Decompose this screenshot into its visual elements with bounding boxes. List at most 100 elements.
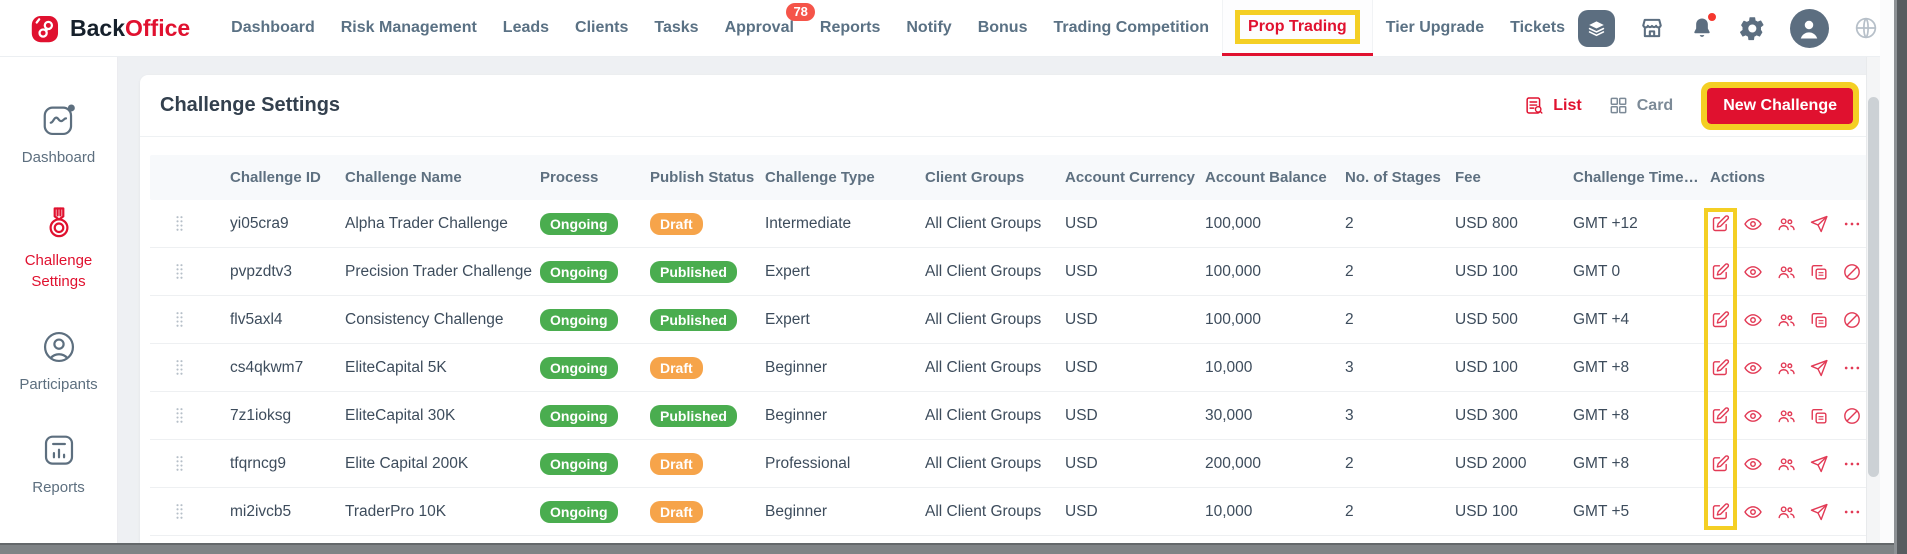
deactivate-icon[interactable]	[1842, 262, 1862, 282]
publish-status-badge: Published	[650, 261, 737, 283]
more-icon[interactable]	[1842, 502, 1862, 522]
participants-icon[interactable]	[1776, 214, 1796, 234]
publish-status-badge-cell: Published	[650, 405, 765, 427]
edit-icon[interactable]	[1710, 406, 1730, 426]
content-scrollbar[interactable]	[1866, 57, 1880, 543]
view-icon[interactable]	[1743, 262, 1763, 282]
table-row-pvpzdtv3: pvpzdtv3Precision Trader ChallengeOngoin…	[150, 248, 1871, 296]
drag-handle-icon[interactable]	[150, 406, 230, 425]
deactivate-icon[interactable]	[1842, 310, 1862, 330]
avatar-icon[interactable]	[1790, 9, 1829, 48]
view-icon[interactable]	[1743, 502, 1763, 522]
fee-cell: USD 100	[1455, 503, 1573, 521]
participants-icon[interactable]	[1776, 262, 1796, 282]
nav-item-tier-upgrade[interactable]: Tier Upgrade	[1373, 0, 1497, 56]
gear-icon[interactable]	[1739, 15, 1766, 42]
more-icon[interactable]	[1842, 214, 1862, 234]
card-view-toggle[interactable]: Card	[1608, 95, 1673, 116]
publish-status-badge: Draft	[650, 357, 703, 379]
top-navigation-bar: BackOffice DashboardRisk ManagementLeads…	[0, 0, 1907, 57]
row-actions	[1710, 310, 1860, 330]
sidebar-item-challenge-settings[interactable]: Challenge Settings	[0, 204, 117, 292]
nav-item-leads[interactable]: Leads	[490, 0, 562, 56]
stages-cell: 2	[1345, 503, 1455, 521]
drag-handle-icon[interactable]	[150, 502, 230, 521]
duplicate-icon[interactable]	[1809, 262, 1829, 282]
more-icon[interactable]	[1842, 454, 1862, 474]
reports-icon	[40, 431, 78, 469]
view-icon[interactable]	[1743, 358, 1763, 378]
client-groups-cell: All Client Groups	[925, 359, 1065, 377]
publish-status-badge: Draft	[650, 453, 703, 475]
edit-icon[interactable]	[1710, 214, 1730, 234]
notification-dot	[1706, 11, 1718, 23]
account-currency-cell: USD	[1065, 311, 1205, 329]
storefront-icon[interactable]	[1639, 15, 1665, 41]
edit-icon[interactable]	[1710, 502, 1730, 522]
nav-item-risk-management[interactable]: Risk Management	[328, 0, 490, 56]
drag-handle-icon[interactable]	[150, 358, 230, 377]
nav-item-dashboard[interactable]: Dashboard	[218, 0, 328, 56]
edit-icon[interactable]	[1710, 262, 1730, 282]
account-currency-cell: USD	[1065, 455, 1205, 473]
nav-item-prop-trading[interactable]: Prop Trading	[1222, 0, 1373, 56]
column-header-account-currency: Account Currency	[1065, 169, 1205, 186]
sidebar-item-dashboard[interactable]: Dashboard	[0, 101, 117, 168]
challenge-type-cell: Beginner	[765, 407, 925, 425]
nav-item-trading-competition[interactable]: Trading Competition	[1040, 0, 1222, 56]
brand-name: BackOffice	[70, 15, 190, 42]
list-view-toggle[interactable]: List	[1524, 95, 1581, 116]
drag-handle-icon[interactable]	[150, 262, 230, 281]
participants-icon[interactable]	[1776, 502, 1796, 522]
view-icon[interactable]	[1743, 310, 1763, 330]
window-scrollbar-vertical[interactable]	[1894, 0, 1907, 554]
publish-status-badge: Draft	[650, 213, 703, 235]
duplicate-icon[interactable]	[1809, 406, 1829, 426]
table-body: yi05cra9Alpha Trader ChallengeOngoingDra…	[150, 200, 1871, 536]
bell-icon[interactable]	[1689, 15, 1715, 41]
edit-icon[interactable]	[1710, 310, 1730, 330]
sidebar-item-reports[interactable]: Reports	[0, 431, 117, 498]
table-header-row: Challenge IDChallenge NameProcessPublish…	[150, 155, 1871, 200]
view-icon[interactable]	[1743, 214, 1763, 234]
nav-item-reports[interactable]: Reports	[807, 0, 893, 56]
nav-item-clients[interactable]: Clients	[562, 0, 641, 56]
more-icon[interactable]	[1842, 358, 1862, 378]
edit-icon[interactable]	[1710, 358, 1730, 378]
nav-item-tasks[interactable]: Tasks	[641, 0, 711, 56]
row-actions	[1710, 262, 1860, 282]
nav-item-approval[interactable]: Approval78	[712, 0, 807, 56]
column-header-challenge-id: Challenge ID	[230, 169, 345, 186]
nav-item-label: Prop Trading	[1235, 10, 1360, 44]
brand-name-office: Office	[125, 15, 190, 41]
deactivate-icon[interactable]	[1842, 406, 1862, 426]
edit-icon[interactable]	[1710, 454, 1730, 474]
participants-icon[interactable]	[1776, 310, 1796, 330]
sidebar-item-label: Challenge Settings	[6, 251, 111, 292]
nav-item-bonus[interactable]: Bonus	[965, 0, 1041, 56]
send-icon[interactable]	[1809, 358, 1829, 378]
send-icon[interactable]	[1809, 502, 1829, 522]
new-challenge-button[interactable]: New Challenge	[1707, 88, 1853, 124]
sidebar-item-participants[interactable]: Participants	[0, 328, 117, 395]
participants-icon	[40, 328, 78, 366]
drag-handle-icon[interactable]	[150, 454, 230, 473]
duplicate-icon[interactable]	[1809, 310, 1829, 330]
participants-icon[interactable]	[1776, 454, 1796, 474]
participants-icon[interactable]	[1776, 406, 1796, 426]
medal-icon	[40, 204, 78, 242]
nav-item-notify[interactable]: Notify	[893, 0, 964, 56]
scrollbar-thumb[interactable]	[1868, 97, 1879, 477]
send-icon[interactable]	[1809, 454, 1829, 474]
participants-icon[interactable]	[1776, 358, 1796, 378]
window-scrollbar-horizontal[interactable]	[0, 543, 1894, 554]
nav-item-tickets[interactable]: Tickets	[1497, 0, 1578, 56]
drag-handle-icon[interactable]	[150, 310, 230, 329]
drag-handle-icon[interactable]	[150, 214, 230, 233]
send-icon[interactable]	[1809, 214, 1829, 234]
view-icon[interactable]	[1743, 406, 1763, 426]
stages-cell: 2	[1345, 455, 1455, 473]
view-icon[interactable]	[1743, 454, 1763, 474]
brand-logo[interactable]: BackOffice	[30, 0, 190, 56]
layers-icon[interactable]	[1578, 10, 1615, 47]
